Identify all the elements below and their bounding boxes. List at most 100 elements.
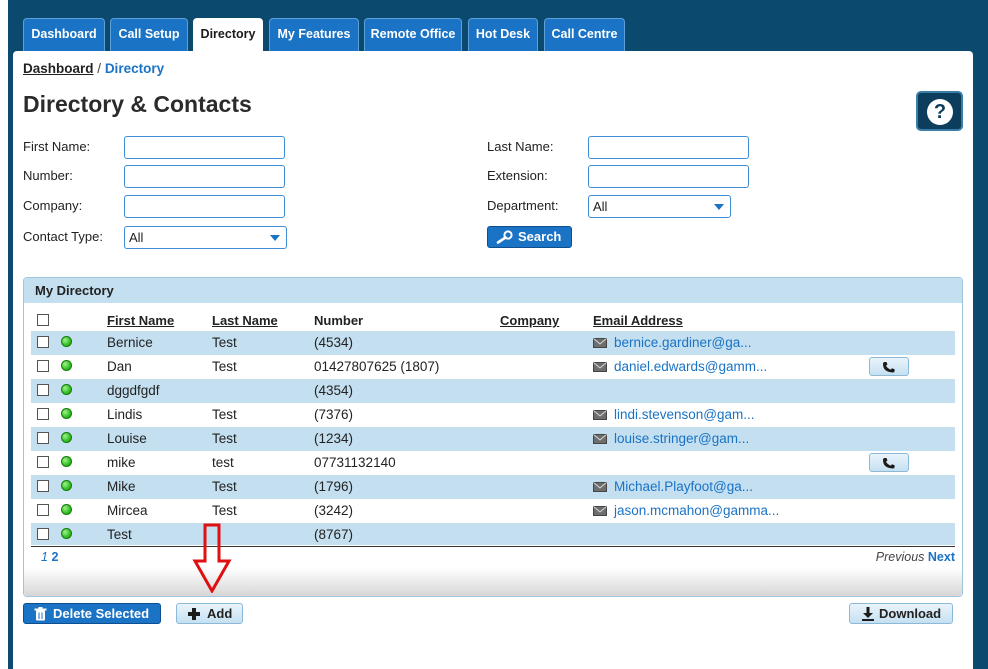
company-input[interactable] <box>124 195 285 218</box>
delete-selected-button[interactable]: Delete Selected <box>23 603 161 624</box>
table-row: Louise Test (1234) louise.stringer@gam..… <box>31 427 955 451</box>
add-button[interactable]: Add <box>176 603 243 624</box>
email-link[interactable]: lindi.stevenson@gam... <box>614 407 755 422</box>
envelope-icon <box>593 338 607 348</box>
email-link[interactable]: bernice.gardiner@ga... <box>614 335 752 350</box>
presence-online-icon <box>61 360 72 371</box>
call-button[interactable] <box>869 357 909 376</box>
download-button-label: Download <box>879 606 942 621</box>
breadcrumb-dashboard-link[interactable]: Dashboard <box>23 61 94 76</box>
cell-number: (4354) <box>314 383 354 398</box>
envelope-icon <box>593 362 607 372</box>
chevron-down-icon <box>714 204 724 210</box>
number-input[interactable] <box>124 165 285 188</box>
number-label: Number: <box>23 168 73 183</box>
plus-icon <box>188 608 200 620</box>
column-company[interactable]: Company <box>500 313 559 328</box>
row-checkbox[interactable] <box>37 384 49 396</box>
column-first-name[interactable]: First Name <box>107 313 174 328</box>
pager-page-1[interactable]: 1 <box>41 550 48 564</box>
cell-last-name: Test <box>212 503 237 518</box>
breadcrumb-current: Directory <box>104 61 165 76</box>
download-icon <box>862 607 874 621</box>
presence-online-icon <box>61 504 72 515</box>
extension-label: Extension: <box>487 168 548 183</box>
row-checkbox[interactable] <box>37 432 49 444</box>
trash-icon <box>34 607 47 621</box>
cell-first-name: Mike <box>107 479 136 494</box>
contact-type-label: Contact Type: <box>23 229 103 244</box>
email-link[interactable]: louise.stringer@gam... <box>614 431 749 446</box>
tab-directory[interactable]: Directory <box>193 18 263 52</box>
presence-online-icon <box>61 480 72 491</box>
download-button[interactable]: Download <box>849 603 953 624</box>
department-value: All <box>593 199 608 214</box>
pager-previous[interactable]: Previous <box>876 550 925 564</box>
email-link[interactable]: Michael.Playfoot@ga... <box>614 479 753 494</box>
chevron-down-icon <box>270 235 280 241</box>
pager-page-2[interactable]: 2 <box>51 550 58 564</box>
row-checkbox[interactable] <box>37 408 49 420</box>
row-checkbox[interactable] <box>37 480 49 492</box>
directory-footer-shade <box>24 568 962 596</box>
first-name-input[interactable] <box>124 136 285 159</box>
column-email[interactable]: Email Address <box>593 313 683 328</box>
row-checkbox[interactable] <box>37 360 49 372</box>
company-label: Company: <box>23 198 83 213</box>
cell-first-name: Mircea <box>107 503 148 518</box>
last-name-input[interactable] <box>588 136 749 159</box>
table-row: mike test 07731132140 <box>31 451 955 475</box>
contact-type-select[interactable]: All <box>124 226 287 249</box>
cell-number: (1234) <box>314 431 354 446</box>
call-button[interactable] <box>869 453 909 472</box>
department-label: Department: <box>487 198 559 213</box>
tab-my-features[interactable]: My Features <box>269 18 359 52</box>
cell-number: (7376) <box>314 407 354 422</box>
column-last-name[interactable]: Last Name <box>212 313 278 328</box>
cell-first-name: Lindis <box>107 407 143 422</box>
help-icon: ? <box>927 99 953 125</box>
cell-number: 07731132140 <box>314 455 396 470</box>
extension-input[interactable] <box>588 165 749 188</box>
row-checkbox[interactable] <box>37 528 49 540</box>
help-button[interactable]: ? <box>916 91 963 131</box>
row-checkbox[interactable] <box>37 336 49 348</box>
last-name-label: Last Name: <box>487 139 554 154</box>
window-edge <box>0 0 8 669</box>
search-button-label: Search <box>518 229 562 244</box>
tab-hot-desk[interactable]: Hot Desk <box>468 18 538 52</box>
pager-next[interactable]: Next <box>928 550 955 564</box>
tab-call-setup[interactable]: Call Setup <box>110 18 188 52</box>
cell-last-name: Test <box>212 479 237 494</box>
contact-type-value: All <box>129 230 144 245</box>
row-checkbox[interactable] <box>37 456 49 468</box>
add-button-label: Add <box>207 606 233 621</box>
cell-first-name: Louise <box>107 431 147 446</box>
cell-last-name: test <box>212 455 234 470</box>
select-all-checkbox[interactable] <box>37 314 49 326</box>
presence-online-icon <box>61 408 72 419</box>
cell-last-name: Test <box>212 431 237 446</box>
search-button[interactable]: Search <box>487 226 572 248</box>
pager-nav: Previous Next <box>876 550 955 564</box>
email-link[interactable]: jason.mcmahon@gamma... <box>614 503 779 518</box>
email-link[interactable]: daniel.edwards@gamm... <box>614 359 767 374</box>
phone-icon <box>883 458 895 469</box>
table-row: Bernice Test (4534) bernice.gardiner@ga.… <box>31 331 955 355</box>
row-checkbox[interactable] <box>37 504 49 516</box>
cell-first-name: dggdfgdf <box>107 383 160 398</box>
cell-number: (8767) <box>314 527 354 542</box>
tab-remote-office[interactable]: Remote Office <box>364 18 462 52</box>
presence-online-icon <box>61 336 72 347</box>
tab-dashboard[interactable]: Dashboard <box>23 18 105 52</box>
content-panel: Dashboard / Directory Directory & Contac… <box>13 51 973 669</box>
tab-call-centre[interactable]: Call Centre <box>544 18 625 52</box>
table-row: Mircea Test (3242) jason.mcmahon@gamma..… <box>31 499 955 523</box>
presence-online-icon <box>61 432 72 443</box>
grid-divider <box>31 546 955 547</box>
cell-first-name: Dan <box>107 359 132 374</box>
annotation-down-arrow-icon <box>192 523 232 593</box>
department-select[interactable]: All <box>588 195 731 218</box>
cell-last-name: Test <box>212 359 237 374</box>
presence-online-icon <box>61 456 72 467</box>
